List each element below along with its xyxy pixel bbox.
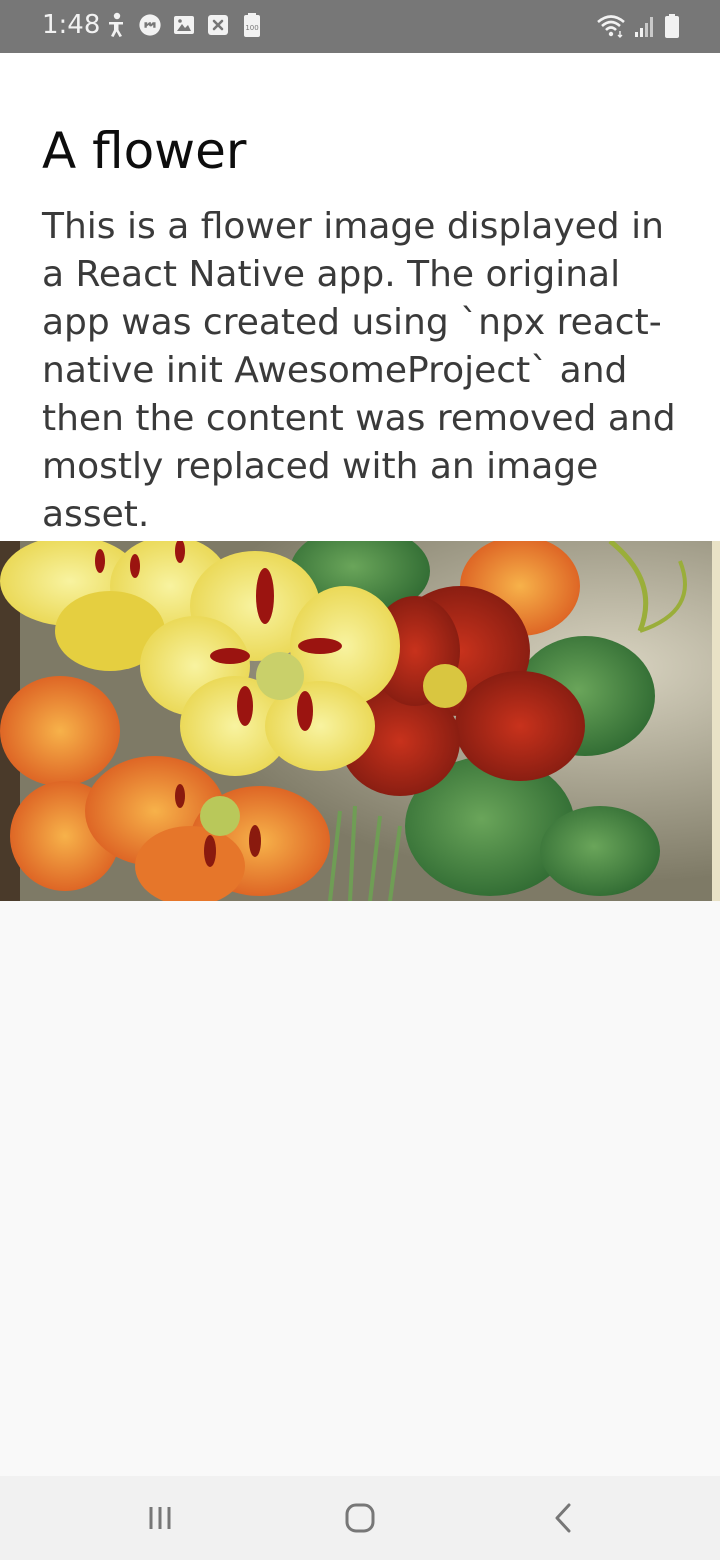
battery-badge-text: 100 xyxy=(245,24,258,32)
back-icon xyxy=(555,1503,571,1533)
navigation-bar xyxy=(0,1476,720,1560)
page-description: This is a flower image displayed in a Re… xyxy=(42,206,676,535)
recent-apps-button[interactable] xyxy=(130,1496,190,1540)
signal-icon xyxy=(634,13,656,39)
home-icon xyxy=(345,1503,375,1533)
content-area: A flower This is a flower image displaye… xyxy=(0,53,720,541)
messenger-icon xyxy=(138,12,162,38)
flower-image xyxy=(0,541,720,901)
status-bar: 1:48 100 xyxy=(0,0,720,53)
back-button[interactable] xyxy=(534,1496,594,1540)
gallery-icon xyxy=(172,12,196,38)
wifi-icon xyxy=(596,13,626,39)
notification-icons: 100 xyxy=(104,12,264,38)
home-button[interactable] xyxy=(330,1496,390,1540)
system-icons xyxy=(596,13,680,39)
status-time: 1:48 xyxy=(42,10,101,40)
recent-apps-icon xyxy=(149,1507,171,1529)
close-box-icon xyxy=(206,12,230,38)
accessibility-icon xyxy=(104,12,128,38)
battery-100-icon: 100 xyxy=(240,12,264,38)
screen: 1:48 100 A flower This is a flower image… xyxy=(0,0,720,1560)
empty-area xyxy=(0,901,720,1476)
page-title: A flower xyxy=(42,122,247,180)
battery-icon xyxy=(664,13,680,39)
